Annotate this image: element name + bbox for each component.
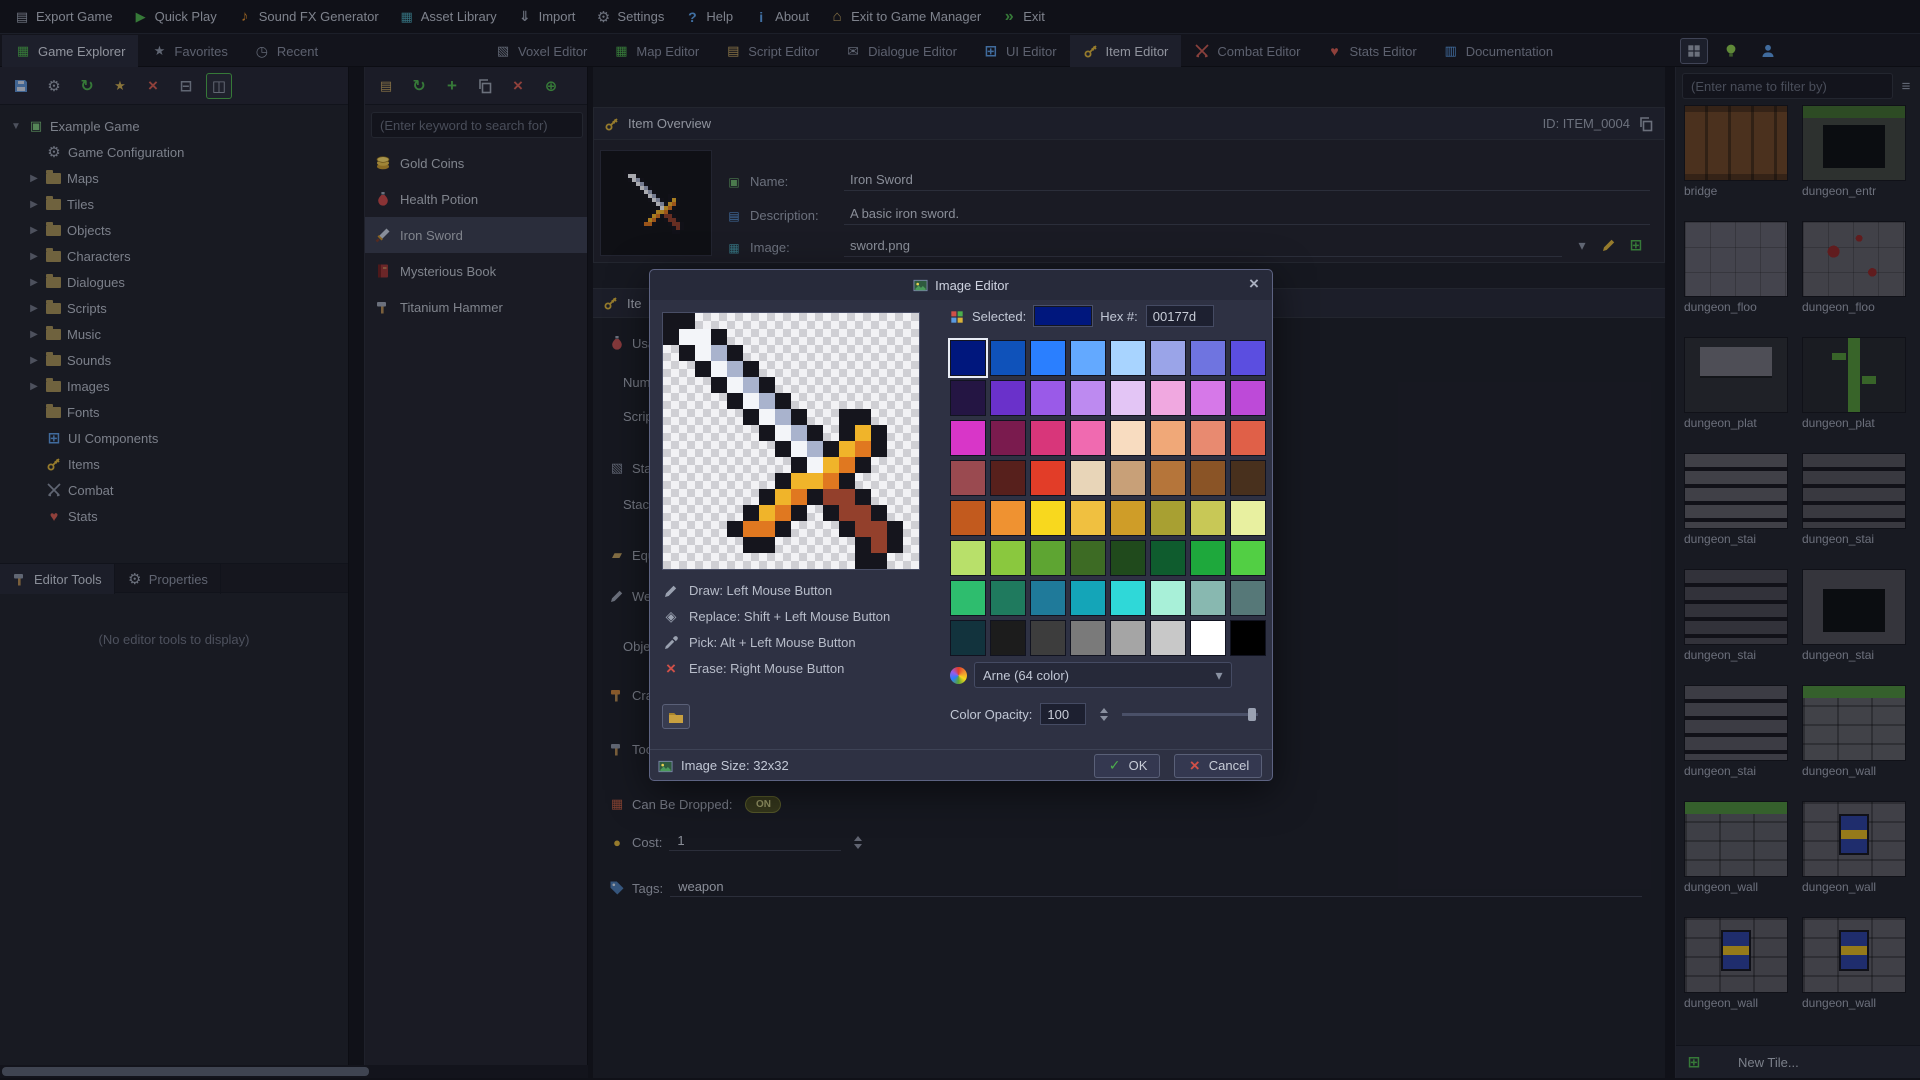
palette-color-54[interactable] bbox=[1190, 580, 1226, 616]
palette-color-6[interactable] bbox=[1190, 340, 1226, 376]
palette-color-5[interactable] bbox=[1150, 340, 1186, 376]
palette-color-11[interactable] bbox=[1070, 380, 1106, 416]
canvas-instructions: Draw: Left Mouse Button ◈Replace: Shift +… bbox=[663, 582, 890, 677]
instruction-pick: Pick: Alt + Left Mouse Button bbox=[663, 634, 890, 651]
selected-label: Selected: bbox=[972, 309, 1026, 324]
palette-color-51[interactable] bbox=[1070, 580, 1106, 616]
palette-color-45[interactable] bbox=[1150, 540, 1186, 576]
palette-color-57[interactable] bbox=[990, 620, 1026, 656]
palette-select-row: Arne (64 color) ▾ bbox=[950, 662, 1239, 688]
palette-color-48[interactable] bbox=[950, 580, 986, 616]
palette-color-20[interactable] bbox=[1110, 420, 1146, 456]
palette-color-29[interactable] bbox=[1150, 460, 1186, 496]
palette-color-30[interactable] bbox=[1190, 460, 1226, 496]
opacity-stepper[interactable] bbox=[1100, 708, 1108, 721]
palette-name: Arne (64 color) bbox=[983, 668, 1069, 683]
palette-color-50[interactable] bbox=[1030, 580, 1066, 616]
palette-color-52[interactable] bbox=[1110, 580, 1146, 616]
palette-color-9[interactable] bbox=[990, 380, 1026, 416]
hex-label: Hex #: bbox=[1100, 309, 1138, 324]
palette-color-12[interactable] bbox=[1110, 380, 1146, 416]
image-editor-dialog: Image Editor × Draw: Left Mouse Button ◈R… bbox=[649, 269, 1273, 781]
instruction-replace: ◈Replace: Shift + Left Mouse Button bbox=[663, 608, 890, 625]
palette-color-37[interactable] bbox=[1150, 500, 1186, 536]
palette-color-19[interactable] bbox=[1070, 420, 1106, 456]
palette-color-26[interactable] bbox=[1030, 460, 1066, 496]
image-size-icon bbox=[658, 757, 673, 773]
palette-color-0[interactable] bbox=[950, 340, 986, 376]
palette-color-4[interactable] bbox=[1110, 340, 1146, 376]
palette-color-16[interactable] bbox=[950, 420, 986, 456]
palette-color-34[interactable] bbox=[1030, 500, 1066, 536]
palette-color-60[interactable] bbox=[1110, 620, 1146, 656]
palette-color-58[interactable] bbox=[1030, 620, 1066, 656]
palette-color-55[interactable] bbox=[1230, 580, 1266, 616]
opacity-slider[interactable] bbox=[1122, 713, 1258, 716]
opacity-label: Color Opacity: bbox=[950, 707, 1032, 722]
palette-color-13[interactable] bbox=[1150, 380, 1186, 416]
palette-color-22[interactable] bbox=[1190, 420, 1226, 456]
opacity-input[interactable] bbox=[1040, 703, 1086, 725]
dialog-footer: Image Size: 32x32 ✓OK ×Cancel bbox=[650, 749, 1272, 781]
palette-color-49[interactable] bbox=[990, 580, 1026, 616]
palette-color-27[interactable] bbox=[1070, 460, 1106, 496]
palette-color-41[interactable] bbox=[990, 540, 1026, 576]
palette-color-46[interactable] bbox=[1190, 540, 1226, 576]
palette-color-18[interactable] bbox=[1030, 420, 1066, 456]
palette-color-44[interactable] bbox=[1110, 540, 1146, 576]
palette-color-39[interactable] bbox=[1230, 500, 1266, 536]
palette-color-15[interactable] bbox=[1230, 380, 1266, 416]
color-wheel-icon bbox=[950, 667, 967, 684]
palette-color-28[interactable] bbox=[1110, 460, 1146, 496]
palette-color-35[interactable] bbox=[1070, 500, 1106, 536]
palette-color-21[interactable] bbox=[1150, 420, 1186, 456]
palette-color-10[interactable] bbox=[1030, 380, 1066, 416]
selected-color-swatch bbox=[1034, 306, 1092, 326]
palette-color-7[interactable] bbox=[1230, 340, 1266, 376]
palette-color-59[interactable] bbox=[1070, 620, 1106, 656]
chevron-down-icon: ▾ bbox=[1211, 667, 1227, 684]
cancel-button[interactable]: ×Cancel bbox=[1174, 754, 1262, 778]
palette-color-33[interactable] bbox=[990, 500, 1026, 536]
close-icon[interactable]: × bbox=[1242, 272, 1266, 296]
opacity-slider-knob[interactable] bbox=[1248, 708, 1256, 721]
palette-color-47[interactable] bbox=[1230, 540, 1266, 576]
hex-input[interactable] bbox=[1146, 305, 1214, 327]
palette-color-2[interactable] bbox=[1030, 340, 1066, 376]
palette-color-32[interactable] bbox=[950, 500, 986, 536]
palette-color-23[interactable] bbox=[1230, 420, 1266, 456]
palette-color-63[interactable] bbox=[1230, 620, 1266, 656]
palette-color-53[interactable] bbox=[1150, 580, 1186, 616]
palette-color-3[interactable] bbox=[1070, 340, 1106, 376]
palette-color-56[interactable] bbox=[950, 620, 986, 656]
palette-color-8[interactable] bbox=[950, 380, 986, 416]
palette-color-42[interactable] bbox=[1030, 540, 1066, 576]
image-size-label: Image Size: 32x32 bbox=[681, 758, 789, 773]
palette-color-62[interactable] bbox=[1190, 620, 1226, 656]
palette-color-14[interactable] bbox=[1190, 380, 1226, 416]
palette-color-38[interactable] bbox=[1190, 500, 1226, 536]
instruction-draw: Draw: Left Mouse Button bbox=[663, 582, 890, 599]
instruction-erase: ×Erase: Right Mouse Button bbox=[663, 660, 890, 677]
selected-color-row: Selected: Hex #: bbox=[950, 304, 1214, 328]
palette-color-40[interactable] bbox=[950, 540, 986, 576]
palette-grid-icon bbox=[950, 308, 964, 324]
ok-button[interactable]: ✓OK bbox=[1094, 754, 1160, 778]
load-image-button[interactable] bbox=[662, 704, 690, 729]
palette-color-61[interactable] bbox=[1150, 620, 1186, 656]
palette-color-31[interactable] bbox=[1230, 460, 1266, 496]
image-editor-icon bbox=[913, 277, 928, 293]
palette-color-17[interactable] bbox=[990, 420, 1026, 456]
color-palette-grid bbox=[950, 340, 1266, 656]
dialog-titlebar[interactable]: Image Editor × bbox=[650, 270, 1272, 300]
palette-color-24[interactable] bbox=[950, 460, 986, 496]
palette-color-25[interactable] bbox=[990, 460, 1026, 496]
dialog-title: Image Editor bbox=[935, 278, 1009, 293]
opacity-row: Color Opacity: bbox=[950, 703, 1258, 725]
palette-color-36[interactable] bbox=[1110, 500, 1146, 536]
palette-color-43[interactable] bbox=[1070, 540, 1106, 576]
pixel-canvas[interactable] bbox=[662, 312, 920, 570]
palette-select[interactable]: Arne (64 color) ▾ bbox=[974, 662, 1232, 688]
palette-color-1[interactable] bbox=[990, 340, 1026, 376]
